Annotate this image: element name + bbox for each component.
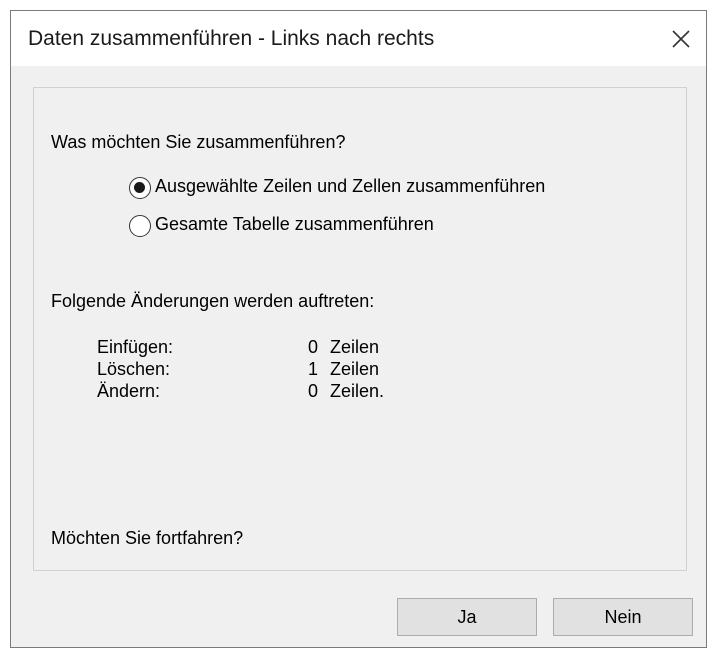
changes-heading: Folgende Änderungen werden auftreten: — [51, 291, 375, 311]
radio-label-entire-table[interactable]: Gesamte Tabelle zusammenführen — [155, 214, 434, 235]
no-button[interactable]: Nein — [553, 598, 693, 636]
change-unit-modify: Zeilen. — [330, 381, 385, 401]
change-unit-delete: Zeilen — [330, 359, 380, 379]
merge-options-group: Was möchten Sie zusammenführen? Ausgewäh… — [33, 87, 687, 571]
change-label-modify: Ändern: — [97, 381, 161, 401]
confirm-question: Möchten Sie fortfahren? — [51, 528, 244, 548]
radio-button-selected[interactable] — [129, 177, 151, 199]
change-count-insert: 0 — [308, 337, 319, 357]
dialog-title: Daten zusammenführen - Links nach rechts — [28, 27, 435, 50]
yes-button[interactable]: Ja — [397, 598, 537, 636]
change-count-delete: 1 — [308, 359, 319, 379]
radio-button-unselected[interactable] — [129, 215, 151, 237]
close-icon — [672, 29, 690, 48]
merge-dialog: Daten zusammenführen - Links nach rechts… — [10, 10, 707, 648]
change-count-modify: 0 — [308, 381, 319, 401]
change-label-insert: Einfügen: — [97, 337, 174, 357]
change-unit-insert: Zeilen — [330, 337, 380, 357]
title-bar: Daten zusammenführen - Links nach rechts — [11, 11, 706, 66]
change-label-delete: Löschen: — [97, 359, 171, 379]
radio-label-selected-rows[interactable]: Ausgewählte Zeilen und Zellen zusammenfü… — [155, 176, 545, 197]
close-button[interactable] — [656, 11, 706, 66]
question-label: Was möchten Sie zusammenführen? — [51, 132, 346, 152]
